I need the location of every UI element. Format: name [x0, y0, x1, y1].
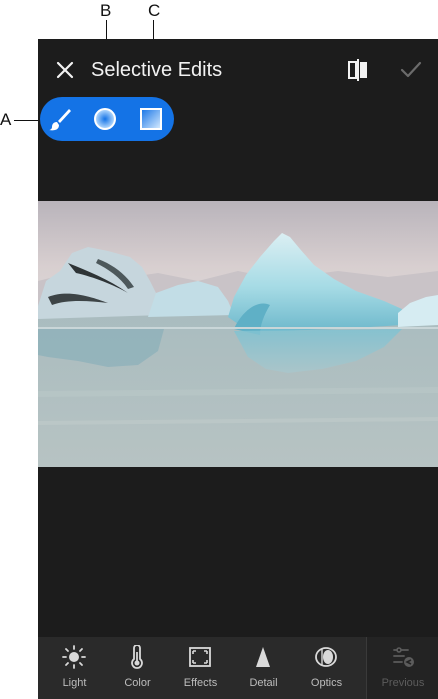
nav-label-previous: Previous [381, 677, 425, 689]
confirm-button[interactable] [400, 61, 422, 79]
nav-label-detail: Detail [249, 677, 278, 689]
brush-tool-button[interactable] [46, 105, 74, 133]
nav-item-light[interactable]: Light [43, 637, 106, 699]
nav-label-effects: Effects [183, 677, 218, 689]
triangle-icon [256, 647, 270, 667]
checkmark-icon [400, 61, 422, 78]
previous-settings-button[interactable]: Previous [366, 637, 438, 699]
radial-gradient-icon [94, 108, 116, 130]
close-button[interactable] [54, 59, 76, 81]
nav-label-optics: Optics [310, 677, 343, 689]
lens-icon [315, 647, 337, 667]
bottom-nav: Light Color Effects Detail Optics Previo… [38, 637, 438, 699]
nav-label-light: Light [62, 677, 87, 689]
callout-label-b: B [100, 1, 112, 20]
callout-label-c: C [148, 1, 161, 20]
nav-item-detail[interactable]: Detail [232, 637, 295, 699]
nav-label-color: Color [124, 677, 151, 689]
linear-gradient-tool-button[interactable] [137, 105, 165, 133]
iceberg-photo [38, 201, 438, 467]
thermometer-icon [131, 645, 143, 669]
photo-canvas[interactable] [38, 201, 438, 467]
before-after-button[interactable] [346, 59, 370, 81]
vignette-icon [189, 647, 211, 667]
callout-label-a: A [0, 110, 12, 129]
nav-item-effects[interactable]: Effects [169, 637, 232, 699]
app-screen: Selective Edits Light Color Effects Deta… [38, 39, 438, 699]
sliders-paste-icon [393, 647, 414, 667]
brush-icon [49, 109, 71, 131]
close-icon [56, 61, 74, 79]
top-bar: Selective Edits [38, 39, 438, 103]
selective-tool-group [40, 97, 174, 141]
nav-item-color[interactable]: Color [106, 637, 169, 699]
linear-gradient-icon [140, 108, 162, 130]
sun-icon [62, 645, 86, 669]
page-title: Selective Edits [91, 59, 223, 81]
radial-gradient-tool-button[interactable] [91, 105, 119, 133]
compare-icon [348, 59, 367, 81]
nav-item-optics[interactable]: Optics [295, 637, 358, 699]
